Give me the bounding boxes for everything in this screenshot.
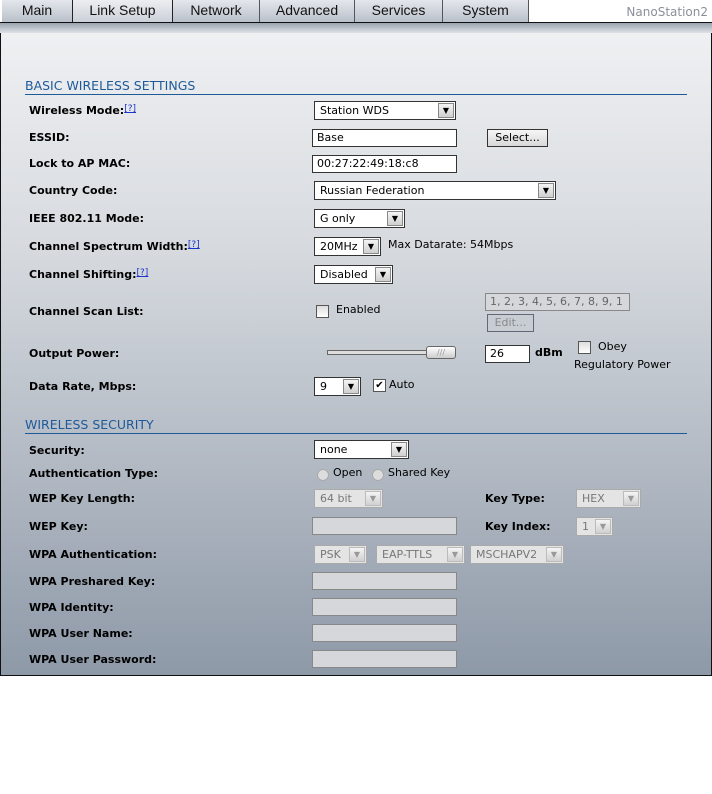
regulatory-power-label: Regulatory Power [574, 358, 671, 371]
power-unit: dBm [535, 346, 563, 359]
tab-advanced[interactable]: Advanced [260, 0, 355, 23]
chevron-down-icon: ▼ [363, 239, 379, 254]
help-link[interactable]: [?] [188, 240, 200, 250]
tab-system[interactable]: System [443, 0, 529, 23]
chevron-down-icon: ▼ [538, 183, 554, 198]
wpa-user-label: WPA User Name: [29, 627, 133, 640]
max-datarate: Max Datarate: 54Mbps [388, 238, 514, 251]
auto-label: Auto [389, 378, 415, 391]
wep-key-length-label: WEP Key Length: [29, 492, 135, 505]
chevron-down-icon: ▼ [595, 519, 611, 534]
essid-label: ESSID: [29, 131, 70, 144]
chevron-down-icon: ▼ [343, 379, 359, 394]
settings-panel: BASIC WIRELESS SETTINGS Wireless Mode:[?… [0, 33, 712, 676]
wep-key-input[interactable] [312, 517, 457, 535]
lock-ap-mac-input[interactable]: 00:27:22:49:18:c8 [312, 155, 457, 173]
chevron-down-icon: ▼ [438, 103, 454, 118]
channel-shifting-label: Channel Shifting:[?] [29, 268, 149, 281]
tab-services[interactable]: Services [355, 0, 443, 23]
data-rate-select[interactable]: 9 ▼ [314, 377, 361, 396]
tab-network[interactable]: Network [173, 0, 260, 23]
device-name: NanoStation2 [626, 5, 708, 19]
wireless-mode-label: Wireless Mode:[?] [29, 104, 136, 117]
obey-regulatory-checkbox[interactable] [578, 341, 591, 354]
select-essid-button[interactable]: Select... [487, 129, 548, 147]
ieee-mode-label: IEEE 802.11 Mode: [29, 212, 144, 225]
scan-enabled-checkbox[interactable] [316, 305, 329, 318]
wpa-eap-select[interactable]: EAP-TTLS ▼ [376, 545, 465, 564]
auto-rate-checkbox[interactable]: ✔ [373, 379, 386, 392]
wpa-identity-input[interactable] [312, 598, 457, 616]
chevron-down-icon: ▼ [349, 547, 365, 562]
essid-input[interactable]: Base [312, 129, 457, 147]
channel-shifting-select[interactable]: Disabled ▼ [314, 265, 393, 284]
auth-type-label: Authentication Type: [29, 467, 159, 480]
channel-scan-list-label: Channel Scan List: [29, 305, 144, 318]
security-select[interactable]: none ▼ [314, 440, 409, 459]
chevron-down-icon: ▼ [375, 267, 391, 282]
key-type-select[interactable]: HEX ▼ [576, 489, 641, 508]
wep-key-length-select[interactable]: 64 bit ▼ [314, 489, 383, 508]
chevron-down-icon: ▼ [365, 491, 381, 506]
auth-shared-radio[interactable] [372, 469, 384, 481]
chevron-down-icon: ▼ [546, 547, 562, 562]
wpa-psk-input[interactable] [312, 572, 457, 590]
output-power-input[interactable]: 26 [485, 345, 530, 363]
edit-scan-list-button[interactable]: Edit... [487, 314, 534, 332]
chevron-down-icon: ▼ [387, 211, 403, 226]
tab-link-setup[interactable]: Link Setup [72, 0, 173, 24]
key-type-label: Key Type: [485, 492, 545, 505]
channel-spectrum-select[interactable]: 20MHz ▼ [314, 237, 381, 256]
wpa-password-label: WPA User Password: [29, 653, 157, 666]
section-basic-wireless: BASIC WIRELESS SETTINGS [25, 78, 687, 95]
channel-spectrum-label: Channel Spectrum Width:[?] [29, 240, 200, 253]
scan-list-input[interactable]: 1, 2, 3, 4, 5, 6, 7, 8, 9, 1 [485, 293, 630, 311]
section-wireless-security: WIRELESS SECURITY [25, 417, 687, 434]
auth-open-label: Open [333, 466, 363, 479]
ieee-mode-select[interactable]: G only ▼ [314, 209, 405, 228]
chevron-down-icon: ▼ [623, 491, 639, 506]
key-index-select[interactable]: 1 ▼ [576, 517, 613, 536]
chevron-down-icon: ▼ [447, 547, 463, 562]
wpa-password-input[interactable] [312, 650, 457, 668]
wpa-psk-label: WPA Preshared Key: [29, 575, 156, 588]
lock-ap-mac-label: Lock to AP MAC: [29, 157, 131, 170]
wpa-auth-label: WPA Authentication: [29, 548, 158, 561]
output-power-slider-track[interactable] [327, 350, 431, 355]
country-code-select[interactable]: Russian Federation ▼ [314, 181, 556, 200]
security-label: Security: [29, 444, 85, 457]
help-link[interactable]: [?] [124, 104, 136, 114]
wpa-user-input[interactable] [312, 624, 457, 642]
output-power-slider-handle[interactable]: /// [426, 346, 456, 359]
country-code-label: Country Code: [29, 184, 118, 197]
help-link[interactable]: [?] [137, 268, 149, 278]
key-index-label: Key Index: [485, 520, 551, 533]
wpa-inner-auth-select[interactable]: MSCHAPV2 ▼ [470, 545, 564, 564]
data-rate-label: Data Rate, Mbps: [29, 380, 137, 393]
wep-key-label: WEP Key: [29, 520, 88, 533]
wpa-identity-label: WPA Identity: [29, 601, 114, 614]
wireless-mode-select[interactable]: Station WDS ▼ [314, 101, 456, 120]
wpa-auth-select[interactable]: PSK ▼ [314, 545, 367, 564]
auth-open-radio[interactable] [317, 469, 329, 481]
obey-label: Obey [598, 340, 627, 353]
scan-enabled-label: Enabled [336, 303, 381, 316]
chevron-down-icon: ▼ [391, 442, 407, 457]
tab-bar: Main Link Setup Network Advanced Service… [0, 0, 712, 24]
auth-shared-label: Shared Key [388, 466, 451, 479]
tab-main[interactable]: Main [2, 0, 73, 23]
output-power-label: Output Power: [29, 347, 120, 360]
